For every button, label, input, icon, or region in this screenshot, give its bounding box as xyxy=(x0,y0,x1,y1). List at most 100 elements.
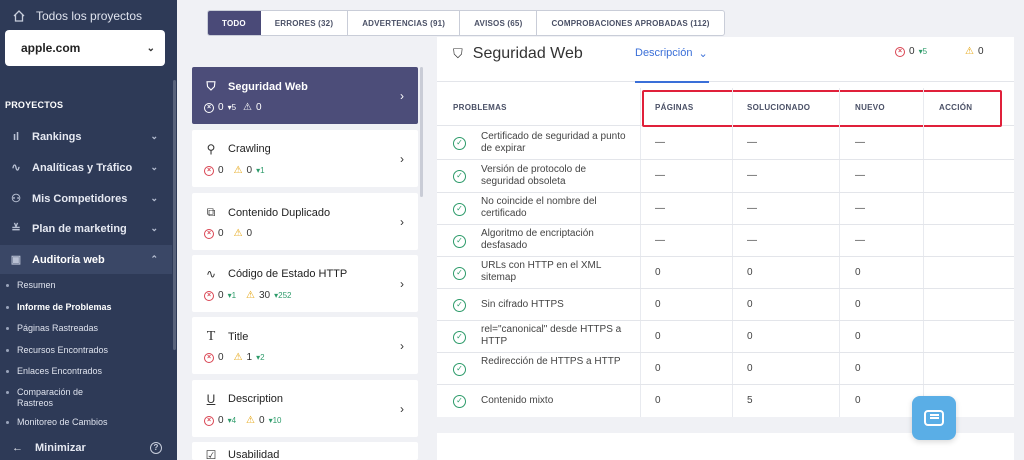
subitem-links[interactable]: Enlaces Encontrados xyxy=(6,366,102,377)
chevron-right-icon: › xyxy=(400,89,404,103)
warning-delta: ▾2 xyxy=(256,353,265,362)
subitem-change-monitoring[interactable]: Monitoreo de Cambios xyxy=(6,417,108,428)
error-delta-value: 5 xyxy=(231,103,237,112)
category-list-scrollbar[interactable] xyxy=(420,67,423,197)
table-row[interactable]: ✓ URLs con HTTP en el XML sitemap 0 0 0 xyxy=(437,257,1014,289)
table-row[interactable]: ✓ Versión de protocolo de seguridad obso… xyxy=(437,160,1014,193)
description-label: Descripción xyxy=(635,47,693,59)
new-value: 0 xyxy=(855,363,861,374)
tab-passed-checks[interactable]: COMPROBACIONES APROBADAS (112) xyxy=(537,11,723,35)
new-value: — xyxy=(855,235,865,246)
category-crawling[interactable]: ⚲ Crawling × 0 ⚠ 0 ▾1 › xyxy=(192,130,418,187)
problem-label[interactable]: Contenido mixto xyxy=(481,395,631,407)
audit-icon: ▣ xyxy=(10,254,22,266)
chat-icon xyxy=(924,410,944,426)
subitem-label: Enlaces Encontrados xyxy=(17,366,103,376)
new-value: — xyxy=(855,170,865,181)
sidebar-item-web-audit[interactable]: ▣ Auditoría web ⌃ xyxy=(0,245,172,274)
subitem-crawled-pages[interactable]: Páginas Rastreadas xyxy=(6,323,98,334)
table-row[interactable]: ✓ Certificado de seguridad a punto de ex… xyxy=(437,127,1014,160)
sidebar-item-marketing-plan[interactable]: ≚ Plan de marketing ⌄ xyxy=(0,214,172,243)
arrow-left-icon: ← xyxy=(12,442,23,454)
solved-value: 0 xyxy=(747,331,753,342)
error-icon: × xyxy=(204,352,214,363)
check-circle-icon: ✓ xyxy=(453,170,466,183)
problem-label[interactable]: Versión de protocolo de seguridad obsole… xyxy=(481,164,631,188)
subitem-resources[interactable]: Recursos Encontrados xyxy=(6,345,108,356)
search-icon: ⚲ xyxy=(206,142,216,156)
new-value: — xyxy=(855,137,865,148)
table-row[interactable]: ✓ Sin cifrado HTTPS 0 0 0 xyxy=(437,289,1014,321)
error-count: 0 xyxy=(218,228,224,239)
problem-label[interactable]: Redirección de HTTPS a HTTP xyxy=(481,356,631,368)
project-selector[interactable]: apple.com ⌄ xyxy=(5,30,165,66)
table-row[interactable]: ✓ No coincide el nombre del certificado … xyxy=(437,193,1014,225)
subitem-label: Resumen xyxy=(17,280,56,290)
description-underline xyxy=(635,81,709,83)
error-delta-value: 4 xyxy=(231,416,237,425)
subitem-summary[interactable]: Resumen xyxy=(6,280,56,291)
error-delta-value: 5 xyxy=(922,47,928,56)
minimize-button[interactable]: ← Minimizar ? xyxy=(12,442,162,454)
warning-delta: ▾10 xyxy=(268,416,282,425)
solved-value: 0 xyxy=(747,267,753,278)
warning-icon: ⚠ xyxy=(233,352,243,363)
bullet-icon xyxy=(6,349,9,352)
category-description[interactable]: U Description × 0 ▾4 ⚠ 0 ▾10 › xyxy=(192,380,418,437)
chevron-up-icon: ⌃ xyxy=(150,254,158,264)
sidebar-scrollbar[interactable] xyxy=(173,80,176,350)
description-toggle[interactable]: Descripción ⌄ xyxy=(635,47,708,60)
all-projects-link[interactable]: Todos los proyectos xyxy=(12,9,142,23)
warning-count: 1 xyxy=(246,352,253,363)
pages-value: — xyxy=(655,137,665,148)
table-row[interactable]: ✓ rel="canonical" desde HTTPS a HTTP 0 0… xyxy=(437,321,1014,353)
category-title[interactable]: T Title × 0 ⚠ 1 ▾2 › xyxy=(192,317,418,374)
pulse-icon: ∿ xyxy=(205,267,217,281)
warning-delta-value: 10 xyxy=(272,416,282,425)
problem-label[interactable]: Certificado de seguridad a punto de expi… xyxy=(481,131,631,155)
sidebar-item-rankings[interactable]: ıl Rankings ⌄ xyxy=(0,122,172,151)
problem-label[interactable]: URLs con HTTP en el XML sitemap xyxy=(481,260,631,284)
problem-label[interactable]: rel="canonical" desde HTTPS a HTTP xyxy=(481,324,631,348)
sidebar-item-label: Analíticas y Tráfico xyxy=(32,161,133,174)
bullet-icon xyxy=(6,327,9,330)
error-count: 0 xyxy=(909,46,915,57)
tab-warnings[interactable]: ADVERTENCIAS (91) xyxy=(348,11,461,35)
table-row[interactable]: ✓ Algoritmo de encriptación desfasado — … xyxy=(437,225,1014,257)
new-value: 0 xyxy=(855,331,861,342)
bullet-icon xyxy=(6,391,9,394)
error-count: 0 xyxy=(218,415,224,426)
error-icon: × xyxy=(204,415,214,426)
solved-value: — xyxy=(747,203,757,214)
help-icon[interactable]: ? xyxy=(150,442,162,454)
subitem-issues-report[interactable]: Informe de Problemas xyxy=(6,302,112,313)
tab-errors[interactable]: ERRORES (32) xyxy=(261,11,349,35)
warning-icon: ⚠ xyxy=(246,415,255,426)
problem-label[interactable]: No coincide el nombre del certificado xyxy=(481,196,631,220)
bullet-icon xyxy=(6,421,9,424)
shield-icon: ⛉ xyxy=(453,46,463,61)
category-name: Seguridad Web xyxy=(228,80,308,93)
new-value: 0 xyxy=(855,299,861,310)
tab-notices[interactable]: AVISOS (65) xyxy=(460,11,538,35)
category-usability[interactable]: ☑ Usabilidad xyxy=(192,442,418,460)
pulse-icon: ∿ xyxy=(11,162,21,174)
problem-label[interactable]: Algoritmo de encriptación desfasado xyxy=(481,228,631,252)
chevron-down-icon: ⌄ xyxy=(150,162,158,172)
problem-label[interactable]: Sin cifrado HTTPS xyxy=(481,299,631,311)
chat-button[interactable] xyxy=(912,396,956,440)
warning-count: 0 xyxy=(259,415,265,426)
subitem-crawl-comparison[interactable]: Comparación de Rastreos xyxy=(6,387,116,409)
error-icon: × xyxy=(204,165,214,176)
panel-header: ⛉ Seguridad Web Descripción ⌄ × 0 ▾5 ⚠ 0 xyxy=(437,37,1014,83)
sidebar-item-analytics[interactable]: ∿ Analíticas y Tráfico ⌄ xyxy=(0,153,172,182)
tab-all[interactable]: TODO xyxy=(208,11,261,35)
category-duplicate-content[interactable]: ⧉ Contenido Duplicado × 0 ⚠ 0 › xyxy=(192,193,418,250)
table-row[interactable]: ✓ Redirección de HTTPS a HTTP 0 0 0 xyxy=(437,353,1014,385)
category-http-status[interactable]: ∿ Código de Estado HTTP × 0 ▾1 ⚠ 30 ▾252 … xyxy=(192,255,418,312)
sidebar-item-competitors[interactable]: ⚇ Mis Competidores ⌄ xyxy=(0,184,172,213)
subitem-label: Comparación de Rastreos xyxy=(17,387,84,408)
check-circle-icon: ✓ xyxy=(453,137,466,150)
solved-value: 5 xyxy=(747,395,753,406)
category-web-security[interactable]: ⛉ Seguridad Web × 0 ▾5 ⚠ 0 › xyxy=(192,67,418,124)
